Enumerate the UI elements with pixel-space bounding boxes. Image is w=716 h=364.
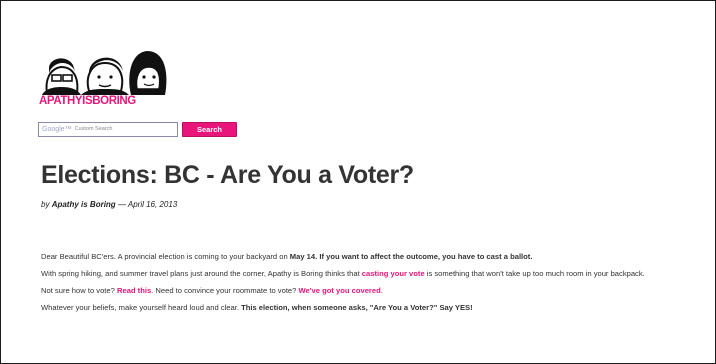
paragraph-2: With spring hiking, and summer travel pl… <box>41 269 701 278</box>
page-frame: APATHYISBORING Google™ Custom Search Sea… <box>0 0 716 364</box>
author-link[interactable]: Apathy is Boring <box>52 200 116 209</box>
byline-prefix: by <box>41 200 50 209</box>
paragraph-4: Whatever your beliefs, make yourself hea… <box>41 303 701 312</box>
search-form: Google™ Custom Search Search <box>38 121 237 138</box>
paragraph-3: Not sure how to vote? Read this. Need to… <box>41 286 701 295</box>
post-title: Elections: BC - Are You a Voter? <box>41 161 414 189</box>
face-left-icon <box>42 58 81 95</box>
paragraph-1: Dear Beautiful BC'ers. A provincial elec… <box>41 252 701 261</box>
casting-your-vote-link[interactable]: casting your vote <box>362 269 425 278</box>
p3-text-2: . Need to convince your roommate to vote… <box>151 286 299 295</box>
face-right-icon <box>129 51 167 95</box>
read-this-link[interactable]: Read this <box>117 286 151 295</box>
search-button[interactable]: Search <box>182 122 237 137</box>
p2-text-1: With spring hiking, and summer travel pl… <box>41 269 362 278</box>
apathy-faces-logo-icon <box>42 51 167 95</box>
p3-text-3: . <box>380 286 383 295</box>
p1-text: Dear Beautiful BC'ers. A provincial elec… <box>41 252 290 261</box>
p3-text-1: Not sure how to vote? <box>41 286 117 295</box>
google-label: Google™ <box>42 126 72 133</box>
p1-date: May 14. <box>289 252 318 261</box>
search-input[interactable]: Google™ Custom Search <box>38 122 178 137</box>
logo-wordmark: APATHYISBORING <box>39 95 136 107</box>
p2-text-2: is something that won't take up too much… <box>424 269 645 278</box>
p4-emphasis: This election, when someone asks, "Are Y… <box>241 303 473 312</box>
covered-link[interactable]: We've got you covered <box>298 286 380 295</box>
post-byline: by Apathy is Boring — April 16, 2013 <box>41 200 177 209</box>
article-body: Dear Beautiful BC'ers. A provincial elec… <box>41 252 701 320</box>
post-date: — April 16, 2013 <box>117 200 178 209</box>
face-middle-icon <box>81 57 129 95</box>
site-logo[interactable]: APATHYISBORING <box>39 43 169 111</box>
p4-text: Whatever your beliefs, make yourself hea… <box>41 303 242 312</box>
search-placeholder: Custom Search <box>74 126 113 132</box>
p1-emphasis: If you want to affect the outcome, you h… <box>317 252 533 261</box>
